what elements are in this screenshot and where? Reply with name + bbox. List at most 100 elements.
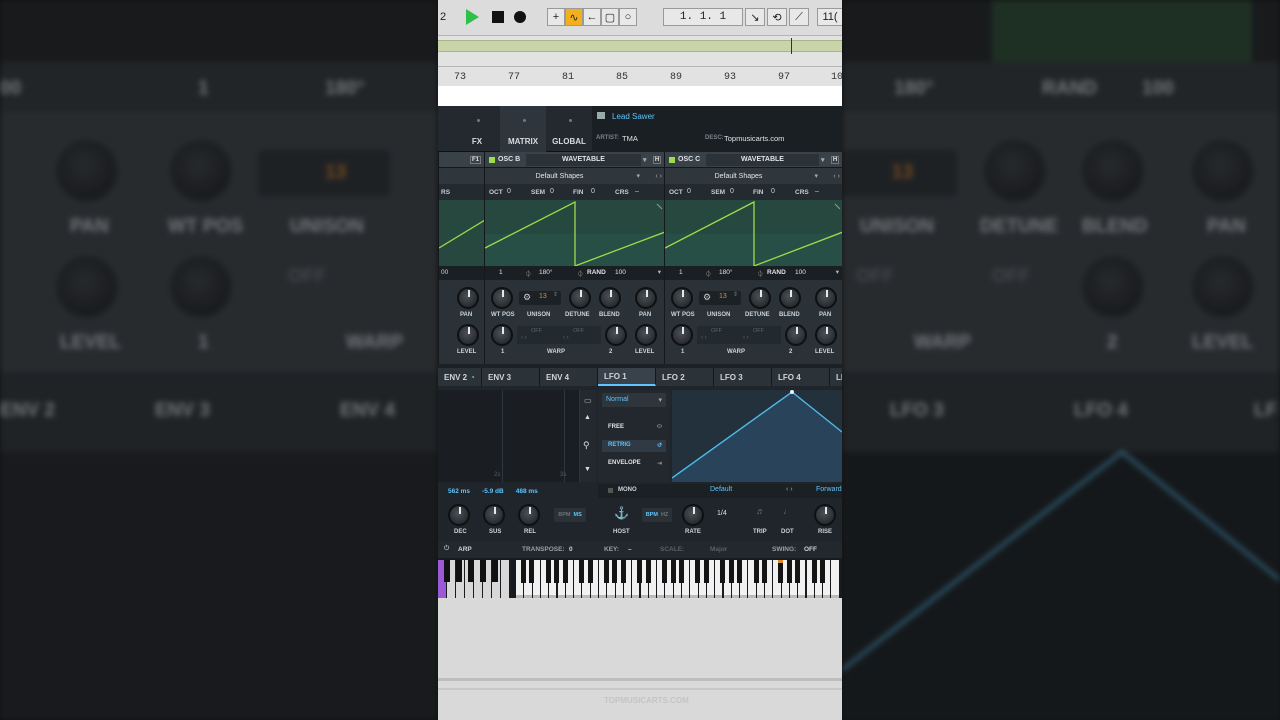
black-key[interactable] — [778, 560, 784, 583]
piano-keyboard[interactable] — [438, 560, 842, 598]
blend-knob[interactable] — [599, 287, 621, 309]
stop-icon[interactable] — [492, 11, 504, 23]
sem-value[interactable]: 0 — [550, 188, 554, 195]
wt-index[interactable]: 1 — [679, 269, 683, 276]
phase-value[interactable]: 180° — [539, 269, 552, 276]
session-record-icon[interactable]: ○ — [619, 8, 637, 26]
white-key[interactable] — [831, 560, 839, 598]
stepper-icon[interactable]: ⇕ — [553, 291, 558, 298]
pitch-mod-wheels[interactable] — [438, 560, 512, 598]
mini-black-key[interactable] — [444, 560, 450, 582]
wt-pos-knob[interactable] — [491, 287, 513, 309]
save-icon[interactable] — [597, 112, 605, 119]
pan-knob[interactable] — [635, 287, 657, 309]
tab-matrix[interactable]: MATRIX — [500, 106, 546, 152]
unison-value[interactable]: 13 — [539, 293, 547, 300]
chevron-down-icon[interactable]: ▾ — [643, 156, 653, 164]
chevron-down-icon[interactable]: ▾ — [814, 172, 818, 180]
tab-lfo4[interactable]: LFO 4 — [772, 368, 830, 386]
black-key[interactable] — [645, 560, 651, 583]
black-key[interactable] — [811, 560, 817, 583]
mono-label[interactable]: MONO — [618, 487, 637, 493]
black-key[interactable] — [521, 560, 527, 583]
chevron-down-icon[interactable]: ▾ — [658, 268, 661, 276]
crs-value[interactable]: – — [635, 188, 639, 195]
release-knob[interactable] — [518, 504, 540, 526]
fin-value[interactable]: 0 — [591, 188, 595, 195]
fin-value[interactable]: 0 — [771, 188, 775, 195]
warp-mode-2[interactable]: OFF — [753, 328, 764, 334]
arrows-icon[interactable]: ‹ › — [521, 335, 527, 341]
wave-display[interactable] — [664, 200, 842, 267]
black-key[interactable] — [612, 560, 618, 583]
punch-icon[interactable]: ⟋ — [789, 8, 809, 26]
level-knob[interactable] — [457, 324, 479, 346]
back-to-arrangement-icon[interactable]: ← — [583, 8, 601, 26]
oct-value[interactable]: 0 — [507, 188, 511, 195]
black-key[interactable] — [562, 560, 568, 583]
transpose-value[interactable]: 0 — [569, 546, 573, 553]
tab-env2[interactable]: ENV 2 ◔ — [438, 368, 482, 386]
unison-box[interactable]: ⚙ 13 ⇕ — [699, 291, 741, 305]
dotted-icon[interactable]: ♩ — [783, 506, 792, 516]
copy-icon[interactable]: ▭ — [584, 396, 592, 405]
rand-value[interactable]: 100 — [795, 269, 806, 276]
unison-box[interactable]: ⚙ 13 ⇕ — [519, 291, 561, 305]
search-icon[interactable]: ⚲ — [583, 440, 590, 451]
black-key[interactable] — [695, 560, 701, 583]
black-key[interactable] — [678, 560, 684, 583]
chevron-down-icon[interactable]: ▾ — [836, 268, 839, 276]
envelope-graph[interactable]: 2s 3s — [438, 390, 580, 482]
chevron-down-icon[interactable]: ▾ — [636, 172, 640, 180]
gear-icon[interactable]: ⚙ — [703, 292, 711, 303]
bpm-hz-toggle[interactable]: BPM HZ — [642, 508, 672, 522]
preset-display[interactable]: Lead Sawer ARTIST: TMA DESC: Topmusicart… — [592, 106, 842, 152]
level-knob[interactable] — [815, 324, 837, 346]
warp-knob-1[interactable] — [671, 324, 693, 346]
mini-black-key[interactable] — [492, 560, 498, 582]
sem-value[interactable]: 0 — [730, 188, 734, 195]
lfo-graph[interactable] — [671, 390, 842, 482]
follow-icon[interactable]: ↘ — [745, 8, 765, 26]
lfo-preset[interactable]: Default — [710, 486, 732, 493]
black-key[interactable] — [795, 560, 800, 583]
arrows-icon[interactable]: ‹ › — [655, 173, 662, 180]
lfo-mode-select[interactable]: Normal ▾ — [602, 393, 666, 407]
scale-value[interactable]: Major — [710, 546, 727, 553]
sustain-knob[interactable] — [483, 504, 505, 526]
mini-black-key[interactable] — [468, 560, 474, 582]
black-key[interactable] — [662, 560, 668, 583]
blend-knob[interactable] — [779, 287, 801, 309]
tempo-field[interactable]: 11( — [817, 8, 842, 26]
lfo-envelope-option[interactable]: ENVELOPE ⇥ — [602, 458, 666, 470]
tab-lfo-partial[interactable]: LF — [830, 368, 842, 386]
black-key[interactable] — [786, 560, 792, 583]
mini-black-key[interactable] — [480, 560, 486, 582]
loop-icon[interactable]: ⟲ — [767, 8, 787, 26]
black-key[interactable] — [587, 560, 593, 583]
warp-panel[interactable]: OFF OFF ‹ › ‹ › — [697, 326, 781, 344]
wt-pos-knob[interactable] — [671, 287, 693, 309]
mini-key[interactable] — [501, 560, 509, 598]
tab-fx[interactable]: FX — [454, 106, 500, 152]
black-key[interactable] — [554, 560, 560, 583]
warp-mode-2[interactable]: OFF — [573, 328, 584, 334]
add-icon[interactable]: + — [547, 8, 565, 26]
tab-env4[interactable]: ENV 4 — [540, 368, 598, 386]
key-value[interactable]: – — [628, 546, 632, 553]
arrows-icon[interactable]: ‹ › — [833, 173, 840, 180]
prev-next-icon[interactable]: ‹ › — [786, 486, 793, 493]
black-key[interactable] — [703, 560, 709, 583]
black-key[interactable] — [546, 560, 551, 583]
osc-power-icon[interactable] — [489, 156, 495, 163]
warp-mode-1[interactable]: OFF — [531, 328, 542, 334]
tab-env3[interactable]: ENV 3 — [482, 368, 540, 386]
wt-index[interactable]: 1 — [499, 269, 503, 276]
black-key[interactable] — [620, 560, 626, 583]
chevron-down-icon[interactable]: ▾ — [821, 156, 831, 164]
warp-mode-1[interactable]: OFF — [711, 328, 722, 334]
osc-type[interactable]: WAVETABLE — [706, 153, 819, 166]
capture-icon[interactable]: ▢ — [601, 8, 619, 26]
anchor-icon[interactable]: ⚓ — [614, 506, 629, 520]
arp-label[interactable]: ARP — [458, 546, 472, 553]
